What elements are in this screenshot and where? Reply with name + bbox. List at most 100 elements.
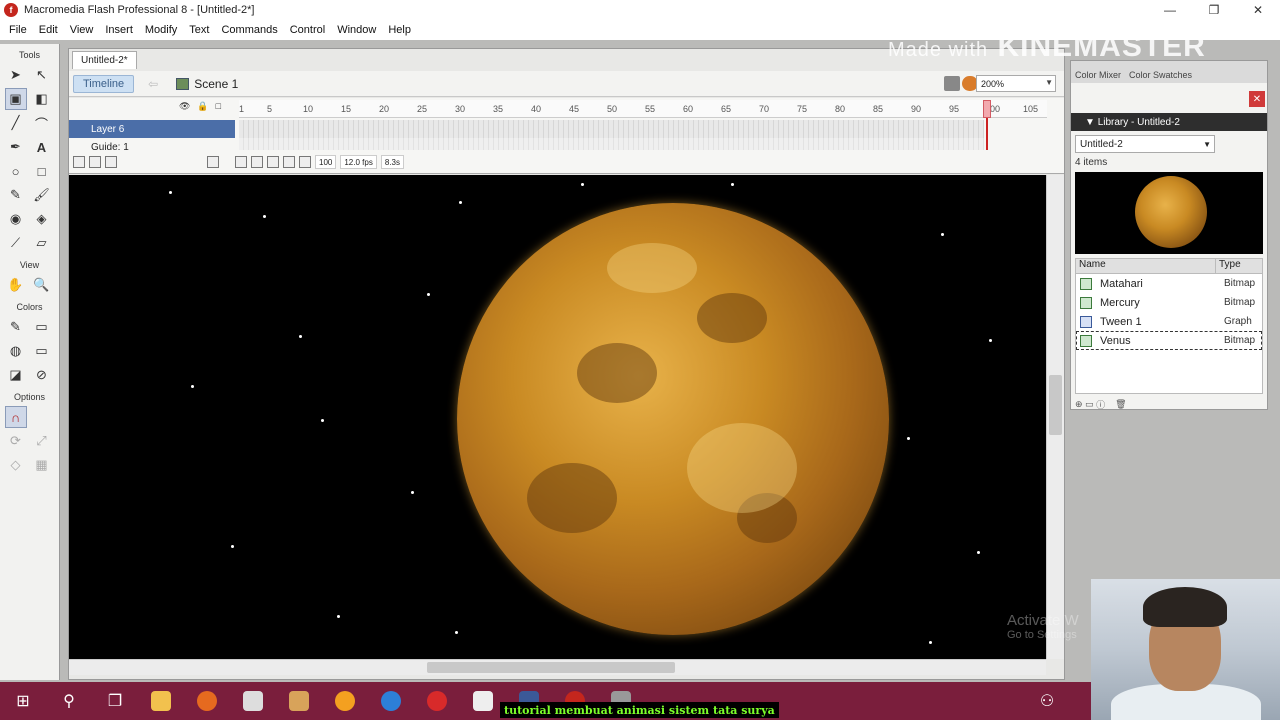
swap-colors-icon[interactable]: ◪ xyxy=(5,364,27,386)
free-transform-tool-icon[interactable]: ▣ xyxy=(4,88,27,110)
menu-modify[interactable]: Modify xyxy=(139,24,183,36)
horizontal-scrollbar[interactable] xyxy=(69,659,1046,675)
library-item[interactable]: Mercury Bitmap xyxy=(1076,293,1262,312)
scroll-thumb[interactable] xyxy=(427,662,675,673)
tab-color-mixer[interactable]: Color Mixer xyxy=(1071,70,1125,83)
vertical-scrollbar[interactable] xyxy=(1046,175,1064,659)
pencil-tool-icon[interactable]: ✎ xyxy=(5,184,27,206)
column-name[interactable]: Name xyxy=(1076,259,1216,273)
fill-swatch[interactable]: ▭ xyxy=(31,340,53,362)
new-folder-icon[interactable]: ▭ xyxy=(1085,399,1094,410)
onion-outlines-icon[interactable] xyxy=(267,156,279,168)
zoom-select[interactable]: 200% ▼ xyxy=(976,75,1056,92)
opera-icon[interactable] xyxy=(414,682,460,720)
new-symbol-icon[interactable]: ⊕ xyxy=(1075,399,1083,410)
add-layer-icon[interactable] xyxy=(73,156,85,168)
library-document-select[interactable]: Untitled-2 ▼ xyxy=(1075,135,1215,153)
close-button[interactable]: ✕ xyxy=(1236,0,1280,20)
layer-row[interactable]: Layer 6 xyxy=(69,120,1064,138)
menu-edit[interactable]: Edit xyxy=(33,24,64,36)
task-view-icon[interactable]: ❐ xyxy=(92,682,138,720)
right-panel: Color Mixer Color Swatches ▼ Library - U… xyxy=(1070,60,1268,410)
venus-planet-image[interactable] xyxy=(457,203,889,635)
add-folder-icon[interactable] xyxy=(105,156,117,168)
frame-ruler[interactable]: 1 5 10 15 20 25 30 35 40 45 50 55 60 65 … xyxy=(239,100,1047,118)
layer-frames[interactable] xyxy=(239,138,984,150)
edge-icon[interactable] xyxy=(368,682,414,720)
menu-commands[interactable]: Commands xyxy=(215,24,283,36)
scroll-thumb[interactable] xyxy=(1049,375,1062,435)
search-icon[interactable]: ⚲ xyxy=(46,682,92,720)
menu-insert[interactable]: Insert xyxy=(99,24,139,36)
layer-name[interactable]: Layer 6 xyxy=(69,120,235,138)
close-icon[interactable]: ✕ xyxy=(1249,91,1265,107)
eyedropper-tool-icon[interactable]: ⟋ xyxy=(5,232,27,254)
arrow-tool-icon[interactable]: ➤ xyxy=(5,64,27,86)
menu-view[interactable]: View xyxy=(64,24,100,36)
hand-tool-icon[interactable]: ✋ xyxy=(5,274,27,296)
timeline-button[interactable]: Timeline xyxy=(73,74,135,93)
edit-scene-icon[interactable] xyxy=(944,76,960,91)
column-type[interactable]: Type xyxy=(1216,259,1241,273)
back-arrow-icon[interactable]: ⇦ xyxy=(148,77,158,91)
delete-icon[interactable]: 🗑 xyxy=(1115,399,1126,410)
scale-icon[interactable]: ⤢ xyxy=(31,430,53,452)
pen-tool-icon[interactable]: ✒ xyxy=(5,136,27,158)
line-tool-icon[interactable]: ╱ xyxy=(5,112,27,134)
zoom-tool-icon[interactable]: 🔍 xyxy=(31,274,53,296)
scene-label[interactable]: Scene 1 xyxy=(194,77,238,91)
frame-rate[interactable]: 12.0 fps xyxy=(340,155,377,169)
distort-icon[interactable]: ◇ xyxy=(5,454,27,476)
library-title[interactable]: ▼ Library - Untitled-2 xyxy=(1071,113,1267,131)
menu-window[interactable]: Window xyxy=(331,24,382,36)
media-player-icon[interactable] xyxy=(276,682,322,720)
firefox-icon[interactable] xyxy=(184,682,230,720)
subselect-tool-icon[interactable]: ↖ xyxy=(31,64,53,86)
store-icon[interactable] xyxy=(230,682,276,720)
no-color-icon[interactable]: ⊘ xyxy=(31,364,53,386)
onion-markers-icon[interactable] xyxy=(299,156,311,168)
minimize-button[interactable]: — xyxy=(1148,0,1192,20)
rotate-skew-icon[interactable]: ⟳ xyxy=(5,430,27,452)
tab-color-swatches[interactable]: Color Swatches xyxy=(1125,70,1196,83)
paint-bucket-tool-icon[interactable]: ◈ xyxy=(31,208,53,230)
layer-row[interactable]: Guide: 1 xyxy=(69,138,1064,150)
document-tab[interactable]: Untitled-2* xyxy=(72,51,137,69)
envelope-icon[interactable]: ▦ xyxy=(31,454,53,476)
menu-file[interactable]: File xyxy=(3,24,33,36)
layer-name[interactable]: Guide: 1 xyxy=(69,138,235,151)
person-icon[interactable]: ⚇ xyxy=(1024,682,1070,720)
library-item[interactable]: Matahari Bitmap xyxy=(1076,274,1262,293)
stage-canvas[interactable] xyxy=(69,175,1046,659)
library-item[interactable]: Venus Bitmap xyxy=(1076,331,1262,350)
lasso-tool-icon[interactable]: ⌒ xyxy=(31,112,53,134)
rectangle-tool-icon[interactable]: □ xyxy=(31,160,53,182)
layer-toggle-icons[interactable]: 👁🔒□ xyxy=(179,101,228,112)
edit-multiple-icon[interactable] xyxy=(283,156,295,168)
menu-control[interactable]: Control xyxy=(284,24,331,36)
ink-bottle-tool-icon[interactable]: ◉ xyxy=(5,208,27,230)
app-orange-icon[interactable] xyxy=(322,682,368,720)
properties-icon[interactable]: ⓘ xyxy=(1096,398,1105,411)
oval-tool-icon[interactable]: ○ xyxy=(5,160,27,182)
eraser-tool-icon[interactable]: ▱ xyxy=(31,232,53,254)
text-tool-icon[interactable]: A xyxy=(31,136,53,158)
layer-frames[interactable] xyxy=(239,120,984,138)
snap-magnet-icon[interactable]: ∩ xyxy=(4,406,27,428)
library-item[interactable]: Tween 1 Graph xyxy=(1076,312,1262,331)
windows-start-icon[interactable]: ⊞ xyxy=(0,682,46,720)
stroke-color-icon[interactable]: ✎ xyxy=(5,316,27,338)
center-frame-icon[interactable] xyxy=(235,156,247,168)
menu-help[interactable]: Help xyxy=(382,24,417,36)
add-guide-icon[interactable] xyxy=(89,156,101,168)
brush-tool-icon[interactable]: 🖌 xyxy=(31,184,53,206)
stroke-swatch[interactable]: ▭ xyxy=(31,316,53,338)
maximize-button[interactable]: ❐ xyxy=(1192,0,1236,20)
file-explorer-icon[interactable] xyxy=(138,682,184,720)
delete-layer-icon[interactable] xyxy=(207,156,219,168)
fill-transform-tool-icon[interactable]: ◧ xyxy=(31,88,53,110)
playhead[interactable] xyxy=(983,100,991,118)
menu-text[interactable]: Text xyxy=(183,24,215,36)
fill-color-icon[interactable]: ◍ xyxy=(5,340,27,362)
onion-skin-icon[interactable] xyxy=(251,156,263,168)
